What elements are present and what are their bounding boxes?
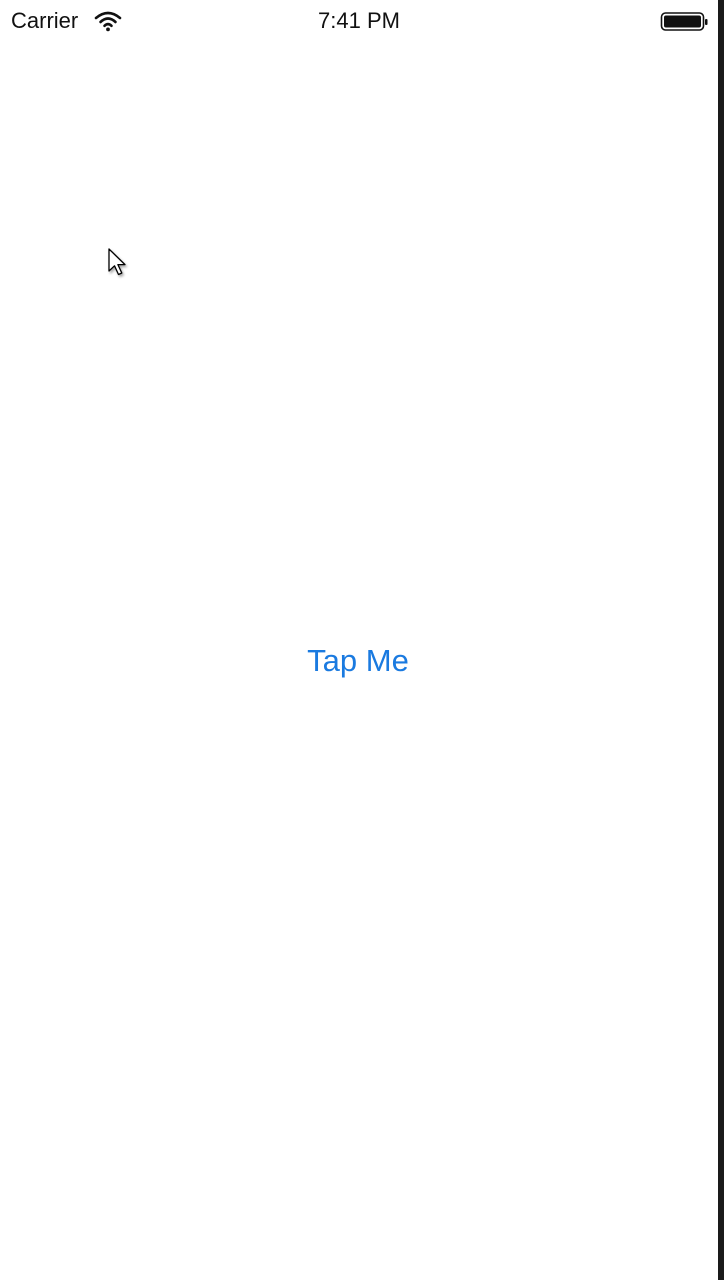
battery-icon: [660, 12, 708, 31]
tap-me-button[interactable]: Tap Me: [258, 636, 458, 686]
app-screen: Carrier 7:41 PM Tap Me: [0, 0, 718, 1280]
cursor-icon: [108, 248, 126, 276]
status-bar: Carrier 7:41 PM: [0, 0, 718, 42]
status-time: 7:41 PM: [318, 8, 400, 33]
